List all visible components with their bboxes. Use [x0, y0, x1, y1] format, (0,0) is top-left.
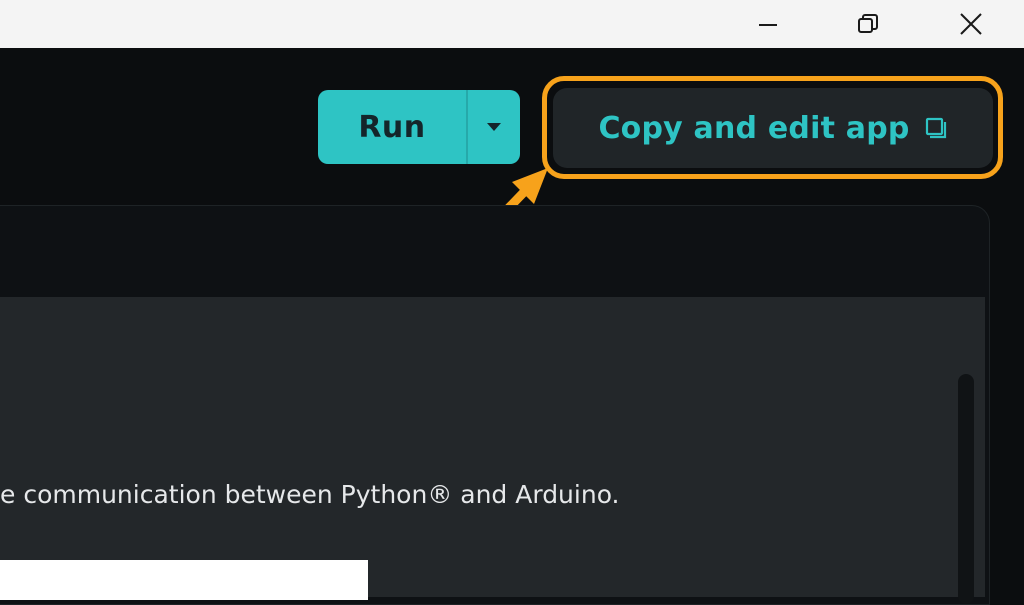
minimize-button[interactable]: [745, 0, 791, 48]
run-button[interactable]: Run: [318, 110, 466, 145]
close-button[interactable]: [948, 0, 994, 48]
restore-button[interactable]: [845, 0, 891, 48]
run-split-button: Run: [318, 90, 520, 164]
caret-down-icon: [487, 123, 501, 131]
restore-icon: [858, 14, 878, 33]
window-title-bar: [0, 0, 1024, 48]
highlight-annotation: [542, 76, 1003, 179]
app-description: e communication between Python® and Ardu…: [0, 480, 620, 509]
run-menu-button[interactable]: [468, 90, 520, 164]
content-image-placeholder: [0, 560, 368, 600]
content-panel-body: [0, 297, 985, 597]
close-icon: [960, 13, 982, 35]
scrollbar[interactable]: [958, 374, 974, 604]
minimize-icon: [759, 24, 777, 26]
